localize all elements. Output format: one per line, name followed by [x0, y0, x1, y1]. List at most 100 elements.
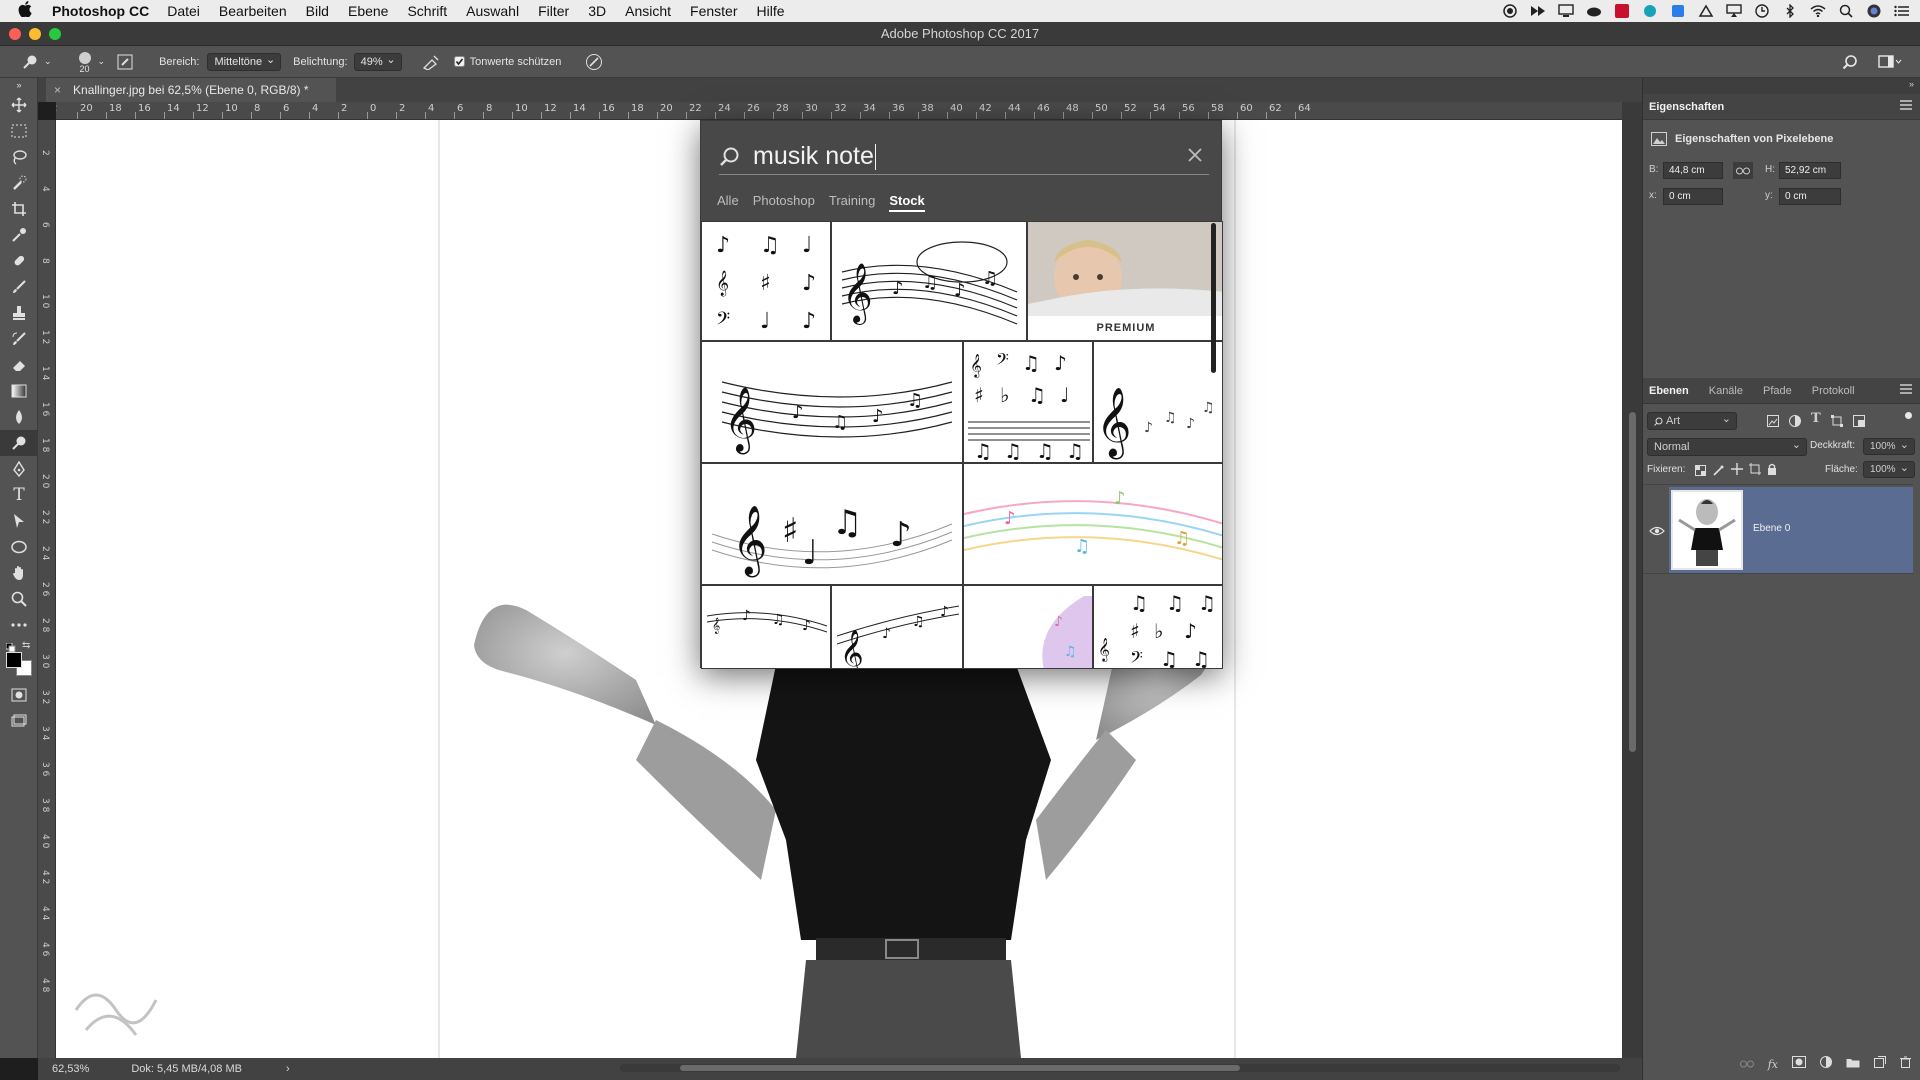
- menu-3d[interactable]: 3D: [588, 3, 606, 19]
- history-brush-tool-icon[interactable]: [0, 326, 38, 352]
- more-tools-icon[interactable]: [0, 612, 38, 638]
- eyedropper-tool-icon[interactable]: [0, 222, 38, 248]
- dodge-tool-icon[interactable]: [22, 54, 42, 70]
- menu-schrift[interactable]: Schrift: [407, 3, 447, 19]
- workspace-switcher-icon[interactable]: [1878, 54, 1902, 70]
- menu-auswahl[interactable]: Auswahl: [466, 3, 519, 19]
- airplay-icon[interactable]: [1726, 4, 1742, 18]
- stock-result-thumbnail[interactable]: 𝄞 ♯ ♩ ♫ ♪: [701, 463, 963, 585]
- lock-all-icon[interactable]: [1767, 462, 1777, 480]
- add-mask-icon[interactable]: [1792, 1055, 1806, 1073]
- creative-cloud-icon[interactable]: [1586, 4, 1602, 18]
- spotlight-icon[interactable]: [1838, 4, 1854, 18]
- wifi-icon[interactable]: [1810, 4, 1826, 18]
- link-layers-icon[interactable]: [1739, 1055, 1754, 1073]
- tools-collapse-icon[interactable]: »: [0, 78, 38, 92]
- tab-kanaele[interactable]: Kanäle: [1709, 385, 1743, 397]
- lock-transparent-pixels-icon[interactable]: [1695, 463, 1706, 481]
- stock-result-thumbnail[interactable]: 𝄞 ♪ ♫ ♪ ♫: [701, 341, 963, 463]
- clone-stamp-tool-icon[interactable]: [0, 300, 38, 326]
- search-tab-photoshop[interactable]: Photoshop: [753, 193, 815, 212]
- horizontal-scrollbar[interactable]: [620, 1064, 1620, 1072]
- menu-ansicht[interactable]: Ansicht: [625, 3, 671, 19]
- tab-protokoll[interactable]: Protokoll: [1812, 385, 1855, 397]
- move-tool-icon[interactable]: [0, 92, 38, 118]
- foreground-color-swatch[interactable]: [6, 652, 22, 668]
- display-icon[interactable]: [1558, 4, 1574, 18]
- search-tab-alle[interactable]: Alle: [717, 193, 739, 212]
- lasso-tool-icon[interactable]: [0, 144, 38, 170]
- close-document-icon[interactable]: ×: [54, 83, 61, 97]
- fast-forward-icon[interactable]: [1530, 4, 1546, 18]
- search-tab-stock[interactable]: Stock: [889, 193, 925, 212]
- fill-input[interactable]: 100%: [1863, 461, 1915, 478]
- marquee-tool-icon[interactable]: [0, 118, 38, 144]
- tool-preset-chevron-icon[interactable]: ⌄: [44, 56, 52, 67]
- zoom-level[interactable]: 62,53%: [52, 1063, 89, 1075]
- brush-picker-chevron-icon[interactable]: ⌄: [98, 56, 106, 67]
- stock-result-thumbnail[interactable]: 𝄞 ♪ ♫ ♪ ♫: [1093, 341, 1223, 463]
- stock-result-thumbnail[interactable]: 𝄞 ♪ ♫ ♪: [831, 585, 963, 669]
- tab-ebenen[interactable]: Ebenen: [1649, 385, 1689, 397]
- menu-fenster[interactable]: Fenster: [690, 3, 737, 19]
- exposure-input[interactable]: 49%: [353, 52, 402, 71]
- time-machine-icon[interactable]: [1754, 4, 1770, 18]
- opacity-input[interactable]: 100%: [1863, 438, 1915, 455]
- height-field[interactable]: 52,92 cm: [1779, 162, 1841, 179]
- dock-collapse-icon[interactable]: »: [1909, 79, 1914, 89]
- stock-result-premium-thumbnail[interactable]: PREMIUM: [1027, 221, 1223, 341]
- blend-mode-select[interactable]: Normal: [1647, 438, 1807, 456]
- crop-tool-icon[interactable]: [0, 196, 38, 222]
- record-icon[interactable]: [1502, 4, 1518, 18]
- brush-panel-toggle-icon[interactable]: [117, 54, 133, 70]
- quick-selection-tool-icon[interactable]: [0, 170, 38, 196]
- new-adjustment-layer-icon[interactable]: [1820, 1055, 1832, 1073]
- stock-result-thumbnail[interactable]: 𝄞 ♪ ♫ ♪: [701, 585, 831, 669]
- filter-adjustment-icon[interactable]: [1789, 414, 1801, 432]
- screen-mode-icon[interactable]: [0, 708, 38, 734]
- brush-tool-icon[interactable]: [0, 274, 38, 300]
- delete-layer-icon[interactable]: [1900, 1055, 1911, 1073]
- menu-bearbeiten[interactable]: Bearbeiten: [219, 3, 287, 19]
- lock-position-icon[interactable]: [1731, 462, 1743, 480]
- stock-result-thumbnail[interactable]: 𝄞 𝄢 ♫ ♪ ♯ ♭ ♫ ♩ ♫ ♫ ♫ ♫: [963, 341, 1093, 463]
- airbrush-icon[interactable]: [422, 54, 440, 70]
- x-field[interactable]: 0 cm: [1663, 188, 1723, 205]
- lock-image-pixels-icon[interactable]: [1713, 463, 1724, 481]
- red-app-icon[interactable]: [1614, 4, 1630, 18]
- menu-ebene[interactable]: Ebene: [348, 3, 388, 19]
- vertical-scroll-thumb[interactable]: [1629, 412, 1636, 752]
- blur-tool-icon[interactable]: [0, 404, 38, 430]
- link-dimensions-icon[interactable]: [1733, 162, 1753, 179]
- filter-toggle-icon[interactable]: [1905, 412, 1912, 419]
- properties-menu-icon[interactable]: [1900, 100, 1912, 113]
- range-select[interactable]: Mitteltöne: [207, 52, 282, 71]
- filter-shape-icon[interactable]: [1831, 414, 1843, 432]
- results-scrollbar[interactable]: [1211, 223, 1216, 373]
- layers-menu-icon[interactable]: [1900, 384, 1912, 397]
- search-input[interactable]: musik note: [719, 139, 1209, 175]
- tab-eigenschaften[interactable]: Eigenschaften: [1649, 101, 1724, 113]
- filter-smart-object-icon[interactable]: [1853, 414, 1865, 432]
- app-name-menu[interactable]: Photoshop CC: [52, 3, 149, 19]
- protect-tones-checkbox[interactable]: [453, 56, 465, 67]
- pressure-size-icon[interactable]: [585, 53, 603, 71]
- ellipse-tool-icon[interactable]: [0, 534, 38, 560]
- new-group-icon[interactable]: [1846, 1055, 1860, 1073]
- dodge-tool-active-icon[interactable]: [0, 430, 38, 456]
- lock-artboard-icon[interactable]: [1749, 462, 1761, 480]
- type-tool-icon[interactable]: T: [0, 482, 38, 508]
- hand-tool-icon[interactable]: [0, 560, 38, 586]
- eraser-tool-icon[interactable]: [0, 352, 38, 378]
- notification-center-icon[interactable]: [1894, 4, 1910, 18]
- menu-bild[interactable]: Bild: [306, 3, 329, 19]
- layer-filter-kind-select[interactable]: Art: [1647, 412, 1737, 430]
- gradient-tool-icon[interactable]: [0, 378, 38, 404]
- healing-brush-tool-icon[interactable]: [0, 248, 38, 274]
- tab-pfade[interactable]: Pfade: [1763, 385, 1792, 397]
- stock-result-thumbnail[interactable]: ♪ ♫: [963, 585, 1093, 669]
- siri-icon[interactable]: [1866, 4, 1882, 18]
- horizontal-scroll-thumb[interactable]: [680, 1065, 1240, 1071]
- layer-name[interactable]: Ebene 0: [1753, 523, 1790, 534]
- clear-search-icon[interactable]: [1187, 147, 1203, 163]
